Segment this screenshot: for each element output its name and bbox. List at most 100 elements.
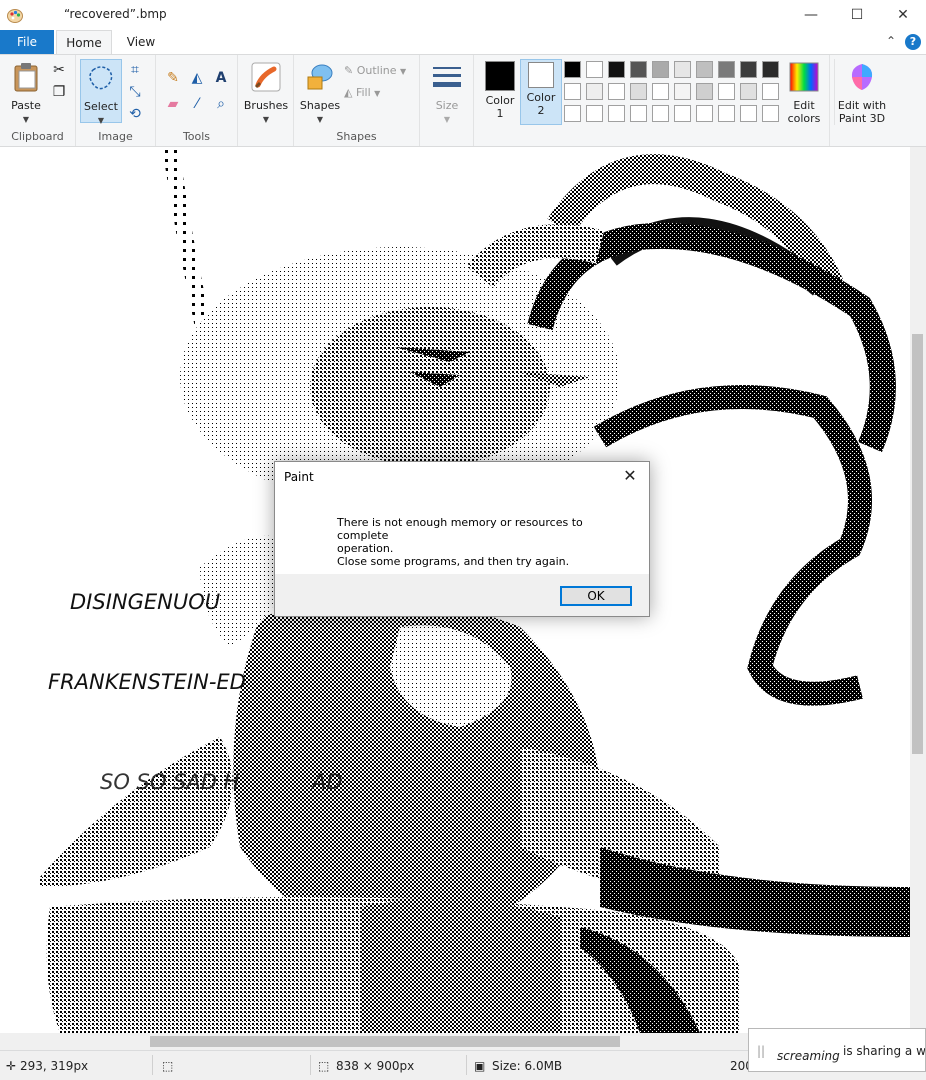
status-divider [310, 1055, 311, 1075]
palette-swatch[interactable] [762, 61, 779, 78]
palette-swatch[interactable] [586, 83, 603, 100]
status-divider [466, 1055, 467, 1075]
dialog-footer: OK [275, 574, 649, 616]
palette-swatch[interactable] [718, 83, 735, 100]
size-button[interactable]: Size ▼ [426, 59, 468, 126]
edit-with-paint3d-button[interactable]: Edit with Paint 3D [834, 59, 889, 125]
cursor-position-icon: ✛ [6, 1059, 17, 1073]
color2-button[interactable]: Color 2 [520, 59, 562, 125]
edit-3d-label-2: Paint 3D [838, 112, 886, 125]
horizontal-scroll-thumb[interactable] [150, 1036, 620, 1047]
eraser-icon[interactable]: ▰ [164, 95, 182, 113]
tab-file[interactable]: File [0, 30, 54, 54]
brushes-button[interactable]: Brushes ▼ [242, 59, 290, 126]
fill-label: Fill [355, 86, 371, 99]
chevron-down-icon: ▼ [97, 116, 105, 125]
dialog-message-line2: operation. [337, 542, 394, 555]
crop-icon[interactable]: ⌗ [126, 61, 144, 79]
selection-size-icon: ⬚ [162, 1059, 174, 1073]
fill-bucket-icon[interactable]: ◭ [188, 69, 206, 87]
chevron-down-icon: ▼ [316, 115, 324, 124]
drag-handle-icon[interactable]: || [757, 1044, 765, 1058]
ok-button[interactable]: OK [560, 586, 632, 606]
color1-swatch [485, 61, 515, 91]
cut-icon[interactable]: ✂ [50, 61, 68, 79]
dialog-message: There is not enough memory or resources … [337, 516, 637, 568]
palette-swatch[interactable] [696, 61, 713, 78]
fill-button[interactable]: ◭ Fill ▼ [344, 84, 380, 102]
palette-swatch[interactable] [630, 105, 647, 122]
file-size: Size: 6.0MB [492, 1059, 563, 1073]
outline-button[interactable]: ✎ Outline ▼ [344, 62, 406, 80]
paint-app-icon[interactable] [6, 6, 24, 24]
paste-button[interactable]: Paste ▼ [4, 59, 48, 126]
palette-swatch[interactable] [586, 105, 603, 122]
palette-swatch[interactable] [564, 61, 581, 78]
copy-icon[interactable]: ❐ [50, 83, 68, 101]
screen-share-notice[interactable]: || screaming is sharing a wind [748, 1028, 926, 1072]
palette-swatch[interactable] [652, 61, 669, 78]
edit-colors-label-1: Edit [793, 99, 815, 112]
palette-swatch[interactable] [586, 61, 603, 78]
color-picker-icon[interactable]: ⁄ [188, 95, 206, 113]
palette-swatch[interactable] [652, 105, 669, 122]
palette-swatch[interactable] [718, 105, 735, 122]
chevron-down-icon: ▼ [400, 67, 407, 76]
palette-swatch[interactable] [718, 61, 735, 78]
rotate-icon[interactable]: ⟲ [126, 105, 144, 123]
title-bar: “recovered”.bmp — ☐ ✕ [0, 0, 926, 30]
status-divider [152, 1055, 153, 1075]
select-lasso-icon [89, 66, 113, 90]
palette-swatch[interactable] [762, 105, 779, 122]
help-icon[interactable]: ? [905, 34, 921, 50]
text-tool-icon[interactable]: A [212, 69, 230, 87]
disk-icon: ▣ [474, 1059, 486, 1073]
palette-swatch[interactable] [630, 83, 647, 100]
canvas-text-line2: FRANKENSTEIN-ED [48, 670, 246, 694]
close-window-button[interactable]: ✕ [880, 0, 926, 30]
minimize-button[interactable]: — [788, 0, 834, 30]
maximize-button[interactable]: ☐ [834, 0, 880, 30]
edit-colors-button[interactable]: Edit colors [786, 59, 822, 125]
ribbon: Paste ▼ ✂ ❐ Clipboard Select ▼ ⌗ ⤡ ⟲ Ima… [0, 54, 926, 147]
palette-swatch[interactable] [564, 105, 581, 122]
palette-swatch[interactable] [630, 61, 647, 78]
resize-icon[interactable]: ⤡ [126, 83, 144, 101]
shapes-group-label: Shapes [336, 130, 377, 143]
select-button[interactable]: Select ▼ [80, 59, 122, 125]
brushes-group: Brushes ▼ [238, 55, 294, 146]
collapse-ribbon-icon[interactable]: ⌃ [886, 34, 896, 48]
tab-view[interactable]: View [116, 30, 166, 54]
magnifier-icon[interactable]: ⌕ [212, 95, 230, 113]
palette-swatch[interactable] [696, 105, 713, 122]
color1-button[interactable]: Color 1 [480, 59, 520, 120]
share-app-name: screaming [777, 1049, 840, 1063]
size-group: Size ▼ [420, 55, 474, 146]
chevron-down-icon: ▼ [22, 115, 30, 124]
palette-swatch[interactable] [652, 83, 669, 100]
palette-swatch[interactable] [674, 83, 691, 100]
vertical-scroll-thumb[interactable] [912, 334, 923, 754]
image-group-label: Image [98, 130, 133, 143]
tools-group: ✎ ◭ A ▰ ⁄ ⌕ Tools [156, 55, 238, 146]
pencil-icon[interactable]: ✎ [164, 69, 182, 87]
palette-swatch[interactable] [608, 61, 625, 78]
canvas-text-line3b: AD [310, 770, 343, 794]
palette-swatch[interactable] [740, 105, 757, 122]
palette-swatch[interactable] [740, 61, 757, 78]
palette-swatch[interactable] [674, 61, 691, 78]
palette-swatch[interactable] [696, 83, 713, 100]
shapes-button[interactable]: Shapes ▼ [298, 59, 342, 126]
brush-icon [251, 62, 281, 92]
fill-icon: ◭ [344, 86, 353, 99]
palette-swatch[interactable] [740, 83, 757, 100]
palette-swatch[interactable] [674, 105, 691, 122]
dialog-close-button[interactable]: ✕ [619, 465, 641, 487]
color2-label: Color [526, 91, 556, 104]
palette-swatch[interactable] [608, 105, 625, 122]
palette-swatch[interactable] [762, 83, 779, 100]
clipboard-icon [14, 63, 38, 92]
palette-swatch[interactable] [608, 83, 625, 100]
tab-home[interactable]: Home [56, 30, 112, 54]
palette-swatch[interactable] [564, 83, 581, 100]
